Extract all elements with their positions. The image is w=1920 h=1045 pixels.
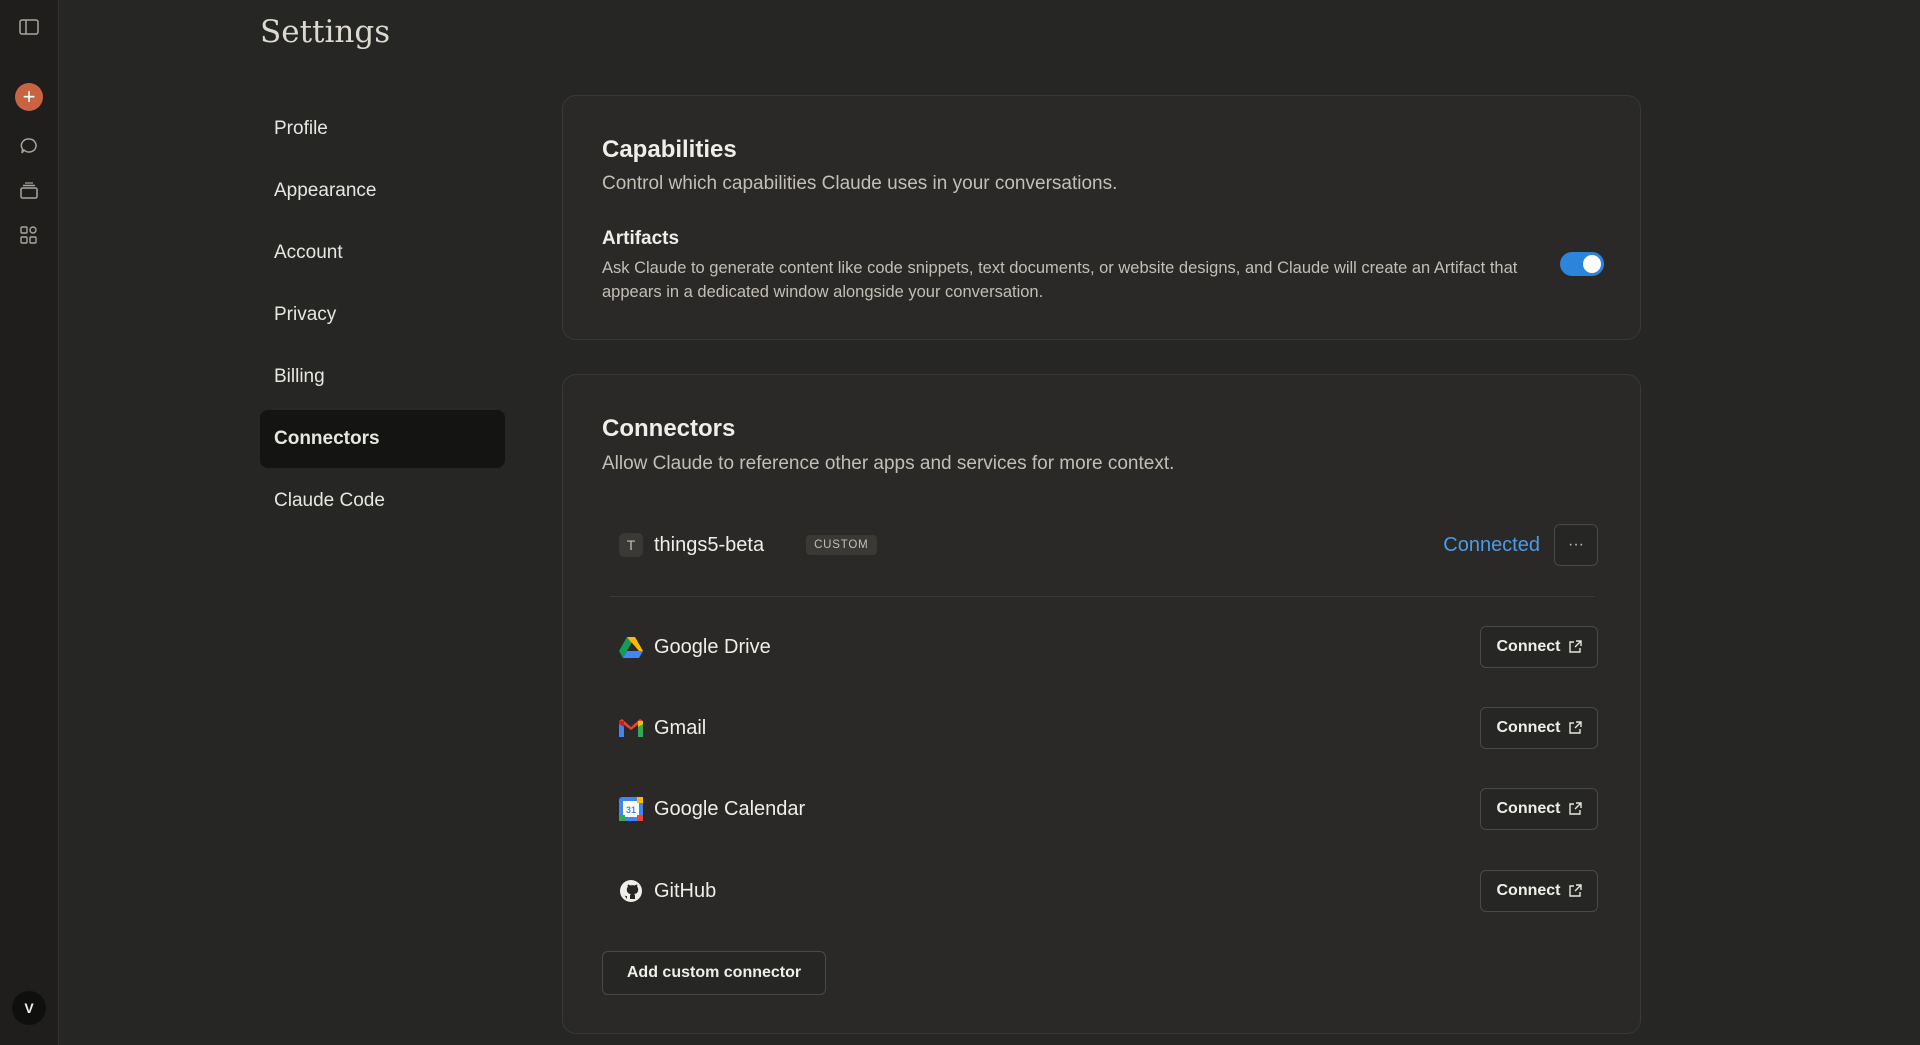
projects-icon[interactable]	[14, 176, 44, 206]
artifacts-icon[interactable]	[14, 220, 44, 250]
connector-name: Google Drive	[654, 635, 771, 658]
connector-name: GitHub	[654, 879, 717, 902]
more-options-button[interactable]: ···	[1554, 524, 1598, 566]
add-custom-connector-button[interactable]: Add custom connector	[602, 951, 826, 995]
connector-row-things5-beta: T things5-beta CUSTOM Connected ···	[618, 523, 1598, 567]
capabilities-title: Capabilities	[602, 136, 737, 163]
connector-row-github: GitHub Connect	[618, 869, 1598, 913]
divider	[610, 596, 1595, 597]
plus-icon: +	[22, 84, 36, 109]
connect-label: Connect	[1496, 882, 1561, 899]
connect-google-calendar-button[interactable]: Connect	[1480, 788, 1598, 830]
nav-item-claude-code[interactable]: Claude Code	[260, 472, 505, 530]
connect-label: Connect	[1496, 800, 1561, 817]
artifacts-toggle[interactable]	[1560, 252, 1604, 276]
page-title: Settings	[260, 14, 391, 50]
custom-connector-icon: T	[618, 532, 644, 558]
left-rail: + V	[0, 0, 59, 1045]
google-calendar-icon: 31	[618, 796, 644, 822]
connector-row-google-drive: Google Drive Connect	[618, 625, 1598, 669]
google-drive-icon	[618, 634, 644, 660]
connect-label: Connect	[1496, 638, 1561, 655]
capabilities-subtitle: Control which capabilities Claude uses i…	[602, 173, 1118, 194]
toggle-knob	[1583, 255, 1601, 273]
ellipsis-icon: ···	[1568, 536, 1584, 553]
connector-row-gmail: Gmail Connect	[618, 706, 1598, 750]
connectors-subtitle: Allow Claude to reference other apps and…	[602, 453, 1175, 474]
connect-label: Connect	[1496, 719, 1561, 736]
connect-gmail-button[interactable]: Connect	[1480, 707, 1598, 749]
external-link-icon	[1568, 721, 1582, 734]
connector-row-google-calendar: 31 Google Calendar Connect	[618, 787, 1598, 831]
settings-nav: Profile Appearance Account Privacy Billi…	[260, 100, 505, 534]
gmail-icon	[618, 715, 644, 741]
custom-badge: CUSTOM	[806, 535, 877, 555]
connector-name: Gmail	[654, 716, 707, 739]
artifacts-description: Ask Claude to generate content like code…	[602, 259, 1518, 301]
external-link-icon	[1568, 802, 1582, 815]
nav-item-privacy[interactable]: Privacy	[260, 286, 505, 344]
nav-item-appearance[interactable]: Appearance	[260, 162, 505, 220]
custom-connector-letter: T	[619, 533, 643, 557]
connectors-card: Connectors Allow Claude to reference oth…	[562, 374, 1641, 1034]
github-icon	[618, 878, 644, 904]
connector-name: Google Calendar	[654, 797, 806, 820]
capabilities-card: Capabilities Control which capabilities …	[562, 95, 1641, 340]
nav-item-account[interactable]: Account	[260, 224, 505, 282]
connected-status[interactable]: Connected	[1443, 534, 1540, 557]
external-link-icon	[1568, 640, 1582, 653]
new-chat-button[interactable]: +	[15, 83, 43, 111]
user-avatar[interactable]: V	[12, 991, 46, 1025]
connector-name: things5-beta	[654, 533, 765, 556]
external-link-icon	[1568, 884, 1582, 897]
svg-text:31: 31	[626, 805, 636, 815]
chats-icon[interactable]	[14, 131, 44, 161]
artifacts-title: Artifacts	[602, 228, 680, 249]
nav-item-profile[interactable]: Profile	[260, 100, 505, 158]
connect-google-drive-button[interactable]: Connect	[1480, 626, 1598, 668]
nav-item-connectors[interactable]: Connectors	[260, 410, 505, 468]
sidebar-toggle-icon[interactable]	[14, 12, 44, 42]
connect-github-button[interactable]: Connect	[1480, 870, 1598, 912]
avatar-initial: V	[24, 1000, 34, 1016]
connectors-title: Connectors	[602, 415, 736, 442]
nav-item-billing[interactable]: Billing	[260, 348, 505, 406]
